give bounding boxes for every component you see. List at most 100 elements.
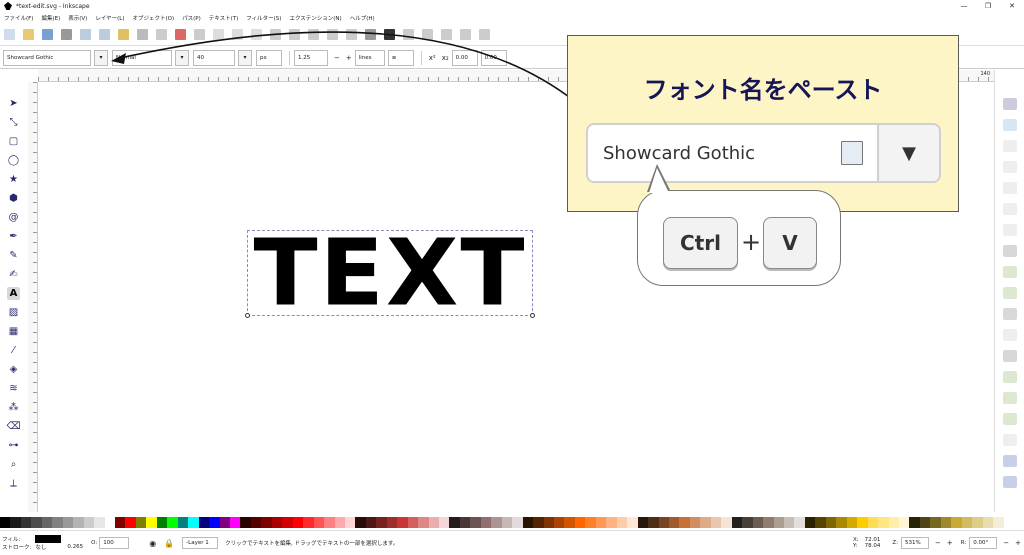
snap-guides-icon[interactable] — [1003, 476, 1017, 488]
palette-swatch[interactable] — [522, 517, 534, 528]
palette-swatch[interactable] — [512, 517, 523, 528]
group-icon[interactable] — [327, 29, 338, 40]
superscript-button[interactable]: x² — [429, 54, 436, 62]
node-tool-icon[interactable]: ⤡ — [7, 116, 20, 129]
palette-swatch[interactable] — [125, 517, 136, 528]
lock-icon[interactable]: 🔒 — [164, 539, 174, 548]
palette-swatch[interactable] — [878, 517, 889, 528]
palette-swatch[interactable] — [188, 517, 199, 528]
snap-nodes-icon[interactable] — [1003, 224, 1017, 236]
snap-bbox-edge-icon[interactable] — [1003, 140, 1017, 152]
spray-tool-icon[interactable]: ⁂ — [7, 401, 20, 414]
selector-tool-icon[interactable]: ➤ — [7, 97, 20, 110]
palette-swatch[interactable] — [616, 517, 628, 528]
palette-swatch[interactable] — [543, 517, 555, 528]
palette-swatch[interactable] — [271, 517, 283, 528]
menu-view[interactable]: 表示(V) — [68, 14, 87, 22]
increment-button[interactable]: + — [346, 54, 352, 62]
pen-tool-icon[interactable]: ✒ — [7, 230, 20, 243]
palette-swatch[interactable] — [491, 517, 502, 528]
palette-swatch[interactable] — [480, 517, 492, 528]
resize-handle[interactable] — [245, 313, 250, 318]
opacity-field[interactable]: 100 — [99, 537, 130, 549]
maximize-button[interactable]: ❐ — [976, 0, 1000, 12]
palette-swatch[interactable] — [104, 517, 115, 528]
palette-swatch[interactable] — [428, 517, 440, 528]
palette-swatch[interactable] — [418, 517, 429, 528]
palette-swatch[interactable] — [344, 517, 356, 528]
palette-swatch[interactable] — [689, 517, 701, 528]
palette-swatch[interactable] — [564, 517, 575, 528]
preferences-icon[interactable] — [460, 29, 471, 40]
palette-swatch[interactable] — [376, 517, 387, 528]
palette-swatch[interactable] — [898, 517, 910, 528]
palette-swatch[interactable] — [888, 517, 899, 528]
palette-swatch[interactable] — [209, 517, 220, 528]
calligraphy-tool-icon[interactable]: ✍ — [7, 268, 20, 281]
menu-help[interactable]: ヘルプ(H) — [350, 14, 375, 22]
import-icon[interactable] — [80, 29, 91, 40]
rotation-field[interactable]: 0.00° — [969, 537, 998, 549]
palette-swatch[interactable] — [909, 517, 920, 528]
palette-swatch[interactable] — [167, 517, 178, 528]
text-tool-icon[interactable]: A — [7, 287, 20, 300]
stroke-width[interactable]: 0.265 — [67, 544, 83, 550]
snap-line-midpoints-icon[interactable] — [1003, 329, 1017, 341]
close-button[interactable]: ✕ — [1000, 0, 1024, 12]
gradient-tool-icon[interactable]: ▨ — [7, 306, 20, 319]
ellipse-tool-icon[interactable]: ◯ — [7, 154, 20, 167]
palette-swatch[interactable] — [20, 517, 32, 528]
palette-swatch[interactable] — [73, 517, 84, 528]
paint-bucket-tool-icon[interactable]: ◈ — [7, 363, 20, 376]
font-style-field[interactable]: Normal — [112, 49, 172, 66]
palette-swatch[interactable] — [31, 517, 42, 528]
fill-swatch[interactable] — [35, 535, 62, 543]
palette-swatch[interactable] — [721, 517, 732, 528]
unlink-clone-icon[interactable] — [308, 29, 319, 40]
text-font-icon[interactable] — [384, 29, 395, 40]
cut-icon[interactable] — [175, 29, 186, 40]
line-spacing-field[interactable]: 1.25 — [294, 49, 328, 66]
palette-swatch[interactable] — [794, 517, 805, 528]
zoom-increment-button[interactable]: + — [947, 539, 953, 547]
snap-smooth-nodes-icon[interactable] — [1003, 308, 1017, 320]
palette-swatch[interactable] — [867, 517, 879, 528]
palette-swatch[interactable] — [282, 517, 293, 528]
ungroup-icon[interactable] — [346, 29, 357, 40]
menu-layer[interactable]: レイヤー(L) — [95, 14, 124, 22]
palette-swatch[interactable] — [240, 517, 251, 528]
snap-paths-icon[interactable] — [1003, 245, 1017, 257]
paste-icon[interactable] — [194, 29, 205, 40]
palette-swatch[interactable] — [439, 517, 450, 528]
palette-swatch[interactable] — [857, 517, 868, 528]
palette-swatch[interactable] — [386, 517, 398, 528]
palette-swatch[interactable] — [41, 517, 53, 528]
snap-toggle-icon[interactable] — [1003, 98, 1017, 110]
snap-grids-icon[interactable] — [1003, 455, 1017, 467]
measure-tool-icon[interactable]: ⟂ — [7, 477, 20, 490]
snap-bbox-icon[interactable] — [1003, 119, 1017, 131]
zoom-decrement-button[interactable]: − — [935, 539, 941, 547]
star-tool-icon[interactable]: ★ — [7, 173, 20, 186]
palette-swatch[interactable] — [62, 517, 74, 528]
rotation-decrement-button[interactable]: − — [1003, 539, 1009, 547]
menu-file[interactable]: ファイル(F) — [4, 14, 33, 22]
palette-swatch[interactable] — [83, 517, 95, 528]
palette-swatch[interactable] — [156, 517, 168, 528]
menu-object[interactable]: オブジェクト(O) — [133, 14, 175, 22]
palette-swatch[interactable] — [449, 517, 460, 528]
decrement-button[interactable]: − — [334, 54, 340, 62]
palette-swatch[interactable] — [752, 517, 764, 528]
palette-swatch[interactable] — [303, 517, 314, 528]
subscript-button[interactable]: x₂ — [442, 54, 449, 62]
palette-swatch[interactable] — [459, 517, 471, 528]
palette-swatch[interactable] — [836, 517, 847, 528]
minimize-button[interactable]: — — [952, 0, 976, 12]
unit-select[interactable]: px — [256, 49, 282, 66]
palette-swatch[interactable] — [648, 517, 659, 528]
zoom-drawing-icon[interactable] — [232, 29, 243, 40]
font-name-combobox[interactable]: Showcard Gothic ▼ — [586, 123, 941, 183]
menu-filters[interactable]: フィルター(S) — [246, 14, 281, 22]
palette-swatch[interactable] — [627, 517, 638, 528]
menu-text[interactable]: テキスト(T) — [209, 14, 239, 22]
